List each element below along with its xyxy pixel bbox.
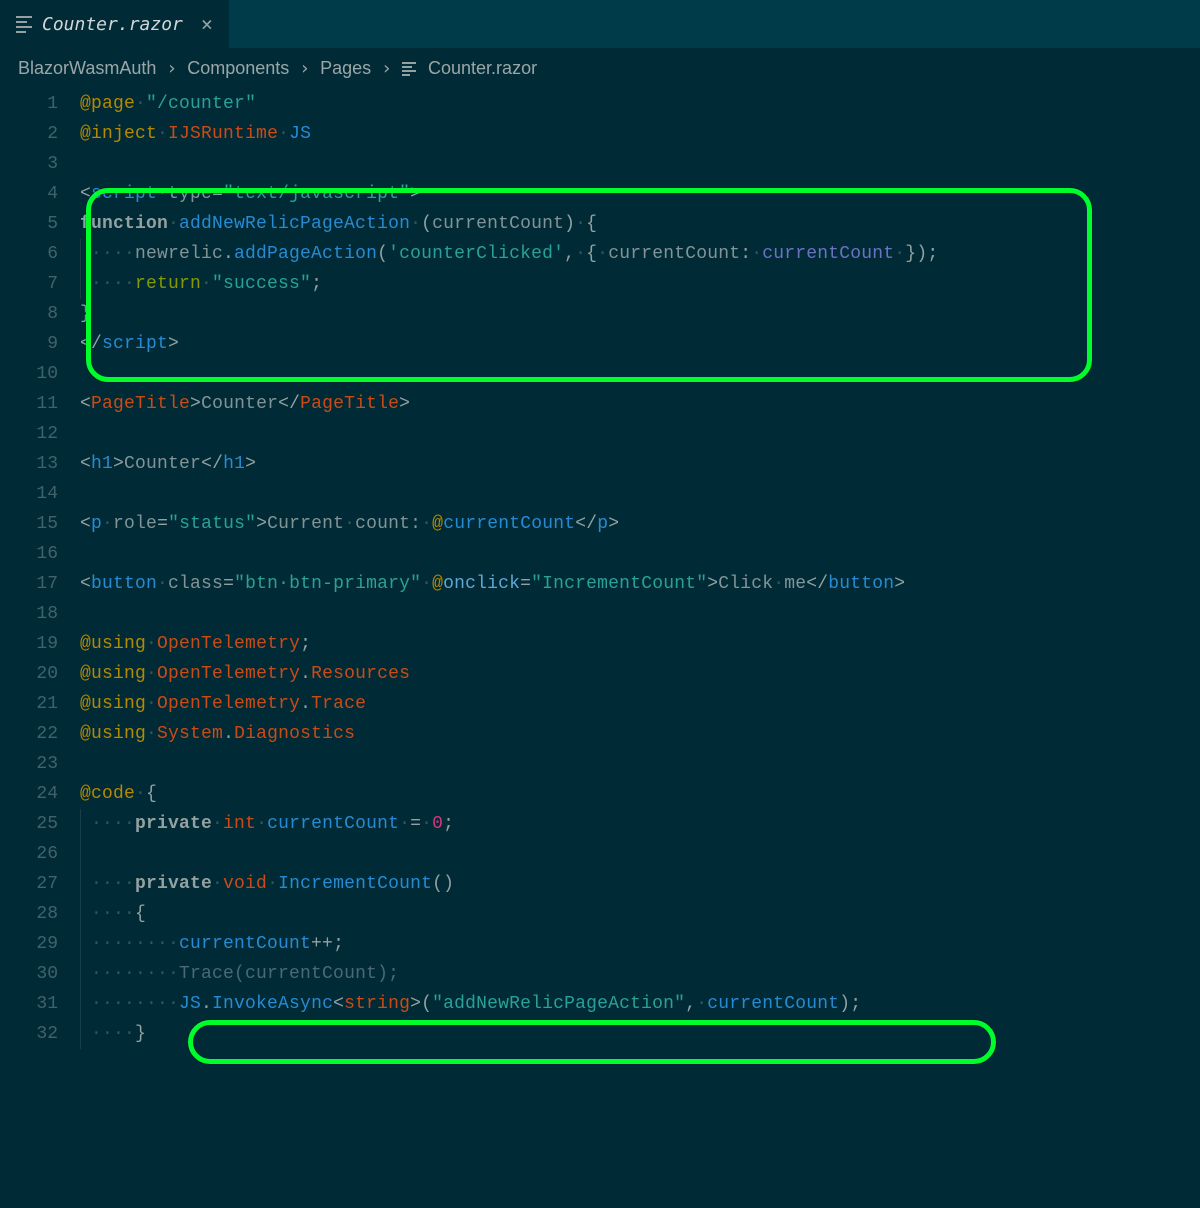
code-line[interactable]: @using·OpenTelemetry; <box>80 629 1200 659</box>
chevron-right-icon: › <box>166 58 177 79</box>
line-number-gutter: 1 2 3 4 5 6 7 8 9 10 11 12 13 14 15 16 1… <box>0 85 80 1049</box>
line-number: 27 <box>36 869 58 899</box>
line-number: 24 <box>36 779 58 809</box>
code-line[interactable]: } <box>80 299 1200 329</box>
code-line[interactable]: @page·"/counter" <box>80 89 1200 119</box>
code-line[interactable]: @using·OpenTelemetry.Trace <box>80 689 1200 719</box>
line-number: 23 <box>36 749 58 779</box>
code-line[interactable] <box>80 839 1200 869</box>
line-number: 29 <box>36 929 58 959</box>
line-number: 21 <box>36 689 58 719</box>
chevron-right-icon: › <box>299 58 310 79</box>
code-line[interactable]: @using·System.Diagnostics <box>80 719 1200 749</box>
breadcrumb-item[interactable]: Components <box>187 58 289 79</box>
code-line[interactable]: @inject·IJSRuntime·JS <box>80 119 1200 149</box>
line-number: 4 <box>47 179 58 209</box>
chevron-right-icon: › <box>381 58 392 79</box>
code-line[interactable] <box>80 149 1200 179</box>
code-line[interactable]: @using·OpenTelemetry.Resources <box>80 659 1200 689</box>
code-line[interactable]: <h1>Counter</h1> <box>80 449 1200 479</box>
line-number: 22 <box>36 719 58 749</box>
line-number: 11 <box>36 389 58 419</box>
line-number: 25 <box>36 809 58 839</box>
code-line[interactable]: ········Trace(currentCount); <box>80 959 1200 989</box>
code-line[interactable] <box>80 419 1200 449</box>
line-number: 10 <box>36 359 58 389</box>
code-line[interactable]: ····{ <box>80 899 1200 929</box>
file-icon <box>402 62 416 76</box>
code-line[interactable] <box>80 599 1200 629</box>
code-editor[interactable]: 1 2 3 4 5 6 7 8 9 10 11 12 13 14 15 16 1… <box>0 81 1200 1049</box>
line-number: 8 <box>47 299 58 329</box>
tab-bar: Counter.razor × <box>0 0 1200 48</box>
line-number: 32 <box>36 1019 58 1049</box>
breadcrumb-item[interactable]: Counter.razor <box>428 58 537 79</box>
code-line[interactable]: ····private·int·currentCount·=·0; <box>80 809 1200 839</box>
line-number: 28 <box>36 899 58 929</box>
code-line[interactable]: ········JS.InvokeAsync<string>("addNewRe… <box>80 989 1200 1019</box>
code-content[interactable]: @page·"/counter" @inject·IJSRuntime·JS <… <box>80 85 1200 1049</box>
code-line[interactable]: <script·type="text/javascript"> <box>80 179 1200 209</box>
code-line[interactable] <box>80 359 1200 389</box>
code-line[interactable]: @code·{ <box>80 779 1200 809</box>
breadcrumb-item[interactable]: BlazorWasmAuth <box>18 58 156 79</box>
line-number: 2 <box>47 119 58 149</box>
file-icon <box>16 16 32 33</box>
code-line[interactable]: ····private·void·IncrementCount() <box>80 869 1200 899</box>
code-line[interactable] <box>80 479 1200 509</box>
code-line[interactable]: ········currentCount++; <box>80 929 1200 959</box>
close-icon[interactable]: × <box>201 14 213 34</box>
code-line[interactable]: ····} <box>80 1019 1200 1049</box>
line-number: 1 <box>47 89 58 119</box>
tab-label: Counter.razor <box>42 14 183 35</box>
line-number: 26 <box>36 839 58 869</box>
code-line[interactable]: ····return·"success"; <box>80 269 1200 299</box>
code-line[interactable]: <PageTitle>Counter</PageTitle> <box>80 389 1200 419</box>
line-number: 12 <box>36 419 58 449</box>
line-number: 20 <box>36 659 58 689</box>
code-line[interactable]: </script> <box>80 329 1200 359</box>
code-line[interactable]: function·addNewRelicPageAction·(currentC… <box>80 209 1200 239</box>
breadcrumb-item[interactable]: Pages <box>320 58 371 79</box>
code-line[interactable] <box>80 539 1200 569</box>
line-number: 18 <box>36 599 58 629</box>
line-number: 3 <box>47 149 58 179</box>
line-number: 16 <box>36 539 58 569</box>
line-number: 14 <box>36 479 58 509</box>
code-line[interactable]: <p·role="status">Current·count:·@current… <box>80 509 1200 539</box>
line-number: 13 <box>36 449 58 479</box>
code-line[interactable]: <button·class="btn·btn-primary"·@onclick… <box>80 569 1200 599</box>
line-number: 19 <box>36 629 58 659</box>
line-number: 5 <box>47 209 58 239</box>
line-number: 31 <box>36 989 58 1019</box>
line-number: 6 <box>47 239 58 269</box>
line-number: 7 <box>47 269 58 299</box>
code-line[interactable]: ····newrelic.addPageAction('counterClick… <box>80 239 1200 269</box>
line-number: 17 <box>36 569 58 599</box>
line-number: 15 <box>36 509 58 539</box>
line-number: 9 <box>47 329 58 359</box>
line-number: 30 <box>36 959 58 989</box>
code-line[interactable] <box>80 749 1200 779</box>
tab-counter-razor[interactable]: Counter.razor × <box>0 0 229 48</box>
breadcrumb: BlazorWasmAuth › Components › Pages › Co… <box>0 48 1200 81</box>
